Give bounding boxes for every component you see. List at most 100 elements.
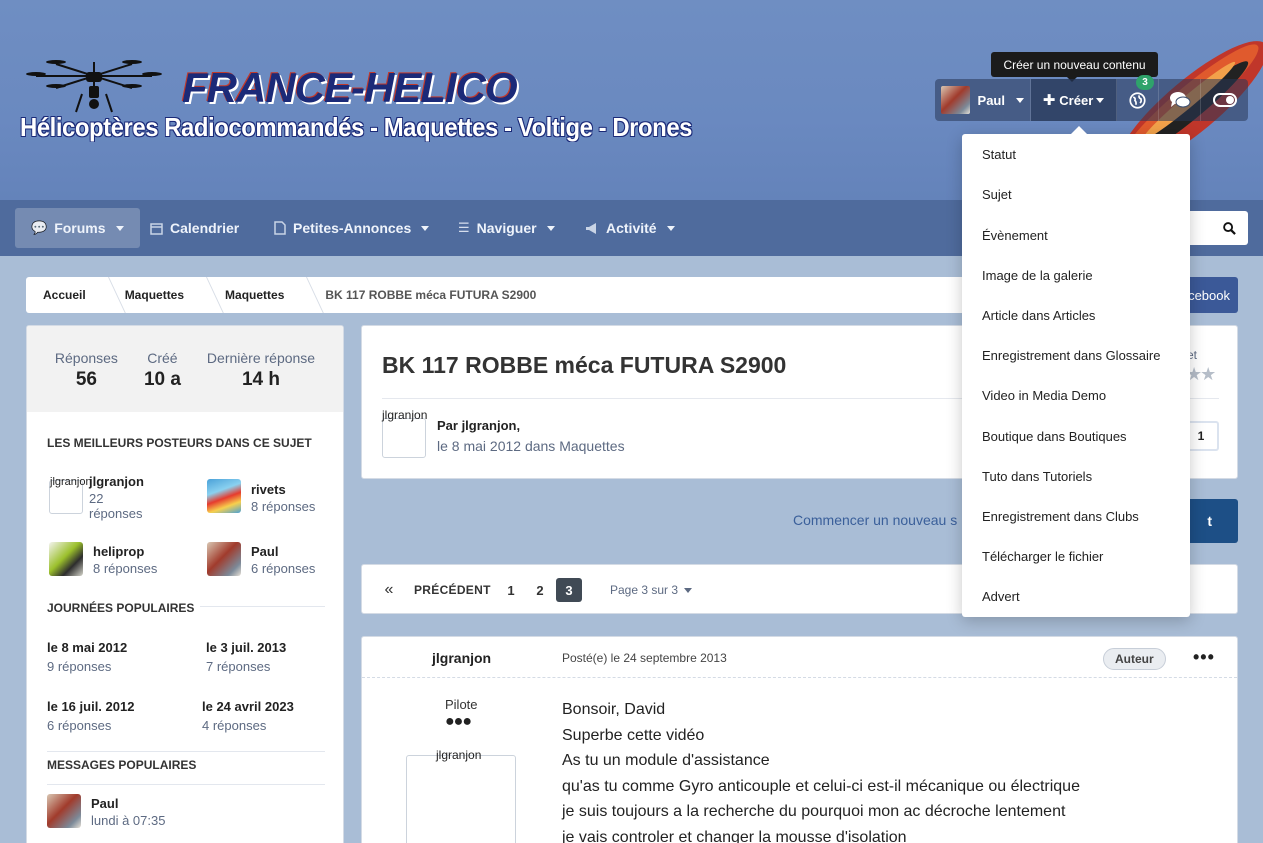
breadcrumb-item-accueil[interactable]: Accueil	[26, 277, 103, 313]
new-topic-link[interactable]: Commencer un nouveau s	[793, 512, 957, 528]
popular-post-item[interactable]: Paul lundi à 07:35	[47, 794, 165, 828]
poster-name[interactable]: jlgranjon	[89, 474, 159, 489]
popular-day-item[interactable]: le 3 juil. 2013 7 réponses	[206, 640, 286, 674]
chevron-down-icon	[421, 225, 430, 231]
member-rank: Pilote	[445, 697, 478, 712]
follow-count[interactable]: 1	[1185, 421, 1219, 451]
user-menu-button[interactable]: Paul	[935, 79, 1031, 121]
topic-date[interactable]: le 8 mai 2012 dans Maquettes	[437, 438, 625, 454]
page-2-button[interactable]: 2	[527, 578, 553, 602]
menu-item-video[interactable]: Video in Media Demo	[982, 388, 1106, 403]
menu-item-telecharger[interactable]: Télécharger le fichier	[982, 549, 1103, 564]
previous-page-button[interactable]: PRÉCÉDENT	[414, 578, 491, 602]
post-line: je suis toujours a la recherche du pourq…	[562, 803, 1066, 821]
top-poster-item[interactable]: rivets 8 réponses	[207, 479, 315, 514]
popular-day-item[interactable]: le 24 avril 2023 4 réponses	[202, 699, 294, 733]
stat-replies: Réponses 56	[55, 350, 118, 412]
avatar: jlgranjon	[49, 476, 92, 514]
poster-name[interactable]: Paul	[91, 796, 165, 811]
menu-item-article[interactable]: Article dans Articles	[982, 308, 1095, 323]
page-jump-dropdown[interactable]: Page 3 sur 3	[610, 578, 693, 602]
nav-naviguer[interactable]: ☰ Naviguer	[442, 208, 571, 248]
menu-item-tuto[interactable]: Tuto dans Tutoriels	[982, 469, 1092, 484]
messages-button[interactable]	[1159, 79, 1201, 121]
avatar[interactable]	[382, 418, 426, 458]
avatar	[49, 542, 83, 576]
nav-activite[interactable]: Activité	[569, 208, 691, 248]
stat-last-reply: Dernière réponse 14 h	[207, 350, 315, 412]
create-button[interactable]: ✚ Créer	[1031, 79, 1117, 121]
day-date[interactable]: le 16 juil. 2012	[47, 699, 134, 714]
day-replies: 7 réponses	[206, 659, 271, 674]
stat-label: Dernière réponse	[206, 350, 316, 366]
poster-name[interactable]: Paul	[251, 544, 315, 559]
nav-calendrier[interactable]: Calendrier	[134, 208, 255, 248]
first-page-button[interactable]: «	[382, 578, 396, 602]
menu-item-boutique[interactable]: Boutique dans Boutiques	[982, 429, 1127, 444]
nav-forums-label: Forums	[54, 220, 106, 236]
post-content: Bonsoir, David Superbe cette vidéo As tu…	[562, 697, 1202, 843]
avatar-alt-text: jlgranjon	[50, 476, 92, 488]
day-date[interactable]: le 3 juil. 2013	[206, 640, 286, 655]
menu-item-evenement[interactable]: Évènement	[982, 228, 1048, 243]
avatar-alt-text: jlgranjon	[436, 748, 482, 762]
top-poster-item[interactable]: Paul 6 réponses	[207, 542, 315, 576]
menu-item-sujet[interactable]: Sujet	[982, 187, 1012, 202]
poster-replies: 6 réponses	[251, 561, 316, 576]
post-date[interactable]: Posté(e) le 24 septembre 2013	[562, 651, 727, 665]
create-menu: Statut Sujet Évènement Image de la galer…	[962, 126, 1190, 617]
search-button[interactable]	[1180, 211, 1248, 245]
menu-item-statut[interactable]: Statut	[982, 147, 1016, 162]
menu-item-image-galerie[interactable]: Image de la galerie	[982, 268, 1093, 283]
day-date[interactable]: le 24 avril 2023	[202, 699, 294, 714]
day-date[interactable]: le 8 mai 2012	[47, 640, 127, 655]
stat-value: 14 h	[241, 369, 281, 390]
post-line: qu'as tu comme Gyro anticouple et celui-…	[562, 777, 1080, 795]
create-tooltip: Créer un nouveau contenu	[991, 52, 1158, 82]
popular-day-item[interactable]: le 8 mai 2012 9 réponses	[47, 640, 127, 674]
avatar[interactable]	[406, 755, 516, 843]
chevron-down-icon	[546, 225, 555, 231]
post-menu-button[interactable]: •••	[1193, 647, 1215, 668]
breadcrumb-item-maquettes-sub[interactable]: Maquettes	[201, 277, 301, 313]
menu-item-glossaire[interactable]: Enregistrement dans Glossaire	[982, 348, 1160, 363]
page-3-button[interactable]: 3	[556, 578, 582, 602]
poster-name[interactable]: heliprop	[93, 544, 157, 559]
drone-logo-icon	[26, 60, 162, 113]
top-poster-item[interactable]: heliprop 8 réponses	[49, 542, 157, 576]
stat-value: 10 a	[143, 369, 181, 390]
notifications-button[interactable]: 3	[1117, 75, 1159, 121]
day-replies: 4 réponses	[202, 718, 267, 733]
heading-label: Messages populaires	[47, 758, 197, 772]
breadcrumb-item-current: BK 117 ROBBE méca FUTURA S2900	[325, 288, 537, 302]
stat-created: Créé 10 a	[144, 350, 181, 412]
breadcrumb-item-maquettes[interactable]: Maquettes	[103, 277, 201, 313]
top-poster-item[interactable]: jlgranjon jlgranjon 22 réponses	[49, 474, 159, 521]
popular-day-item[interactable]: le 16 juil. 2012 6 réponses	[47, 699, 134, 733]
site-brand[interactable]: FRANCE-HELICO	[182, 64, 518, 112]
notification-count-badge: 3	[1136, 75, 1154, 90]
poster-name[interactable]: rivets	[251, 482, 315, 497]
breadcrumb: Accueil Maquettes Maquettes BK 117 ROBBE…	[26, 277, 986, 313]
nav-petites-annonces[interactable]: Petites-Annonces	[258, 208, 445, 248]
star-rating[interactable]: ★★	[1186, 364, 1216, 385]
nav-forums[interactable]: 💬 Forums	[15, 208, 140, 248]
post-line: je vais controler et changer la mousse d…	[562, 828, 907, 843]
post-author[interactable]: jlgranjon	[432, 650, 491, 666]
popular-days-heading: Journées populaires	[47, 601, 210, 615]
megaphone-icon	[586, 222, 596, 234]
theme-toggle[interactable]	[1201, 79, 1248, 121]
avatar-alt-text: jlgranjon	[382, 408, 428, 422]
list-icon: ☰	[458, 220, 470, 235]
chevron-down-icon	[115, 225, 124, 231]
topic-author[interactable]: Par jlgranjon,	[437, 418, 520, 433]
menu-item-advert[interactable]: Advert	[982, 589, 1020, 604]
nav-activite-label: Activité	[606, 220, 657, 236]
menu-item-clubs[interactable]: Enregistrement dans Clubs	[982, 509, 1139, 524]
avatar	[207, 479, 241, 513]
poster-replies: 8 réponses	[251, 499, 316, 514]
chat-bubbles-icon	[1169, 92, 1190, 108]
page-1-button[interactable]: 1	[498, 578, 524, 602]
day-replies: 9 réponses	[47, 659, 112, 674]
nav-naviguer-label: Naviguer	[476, 220, 537, 236]
